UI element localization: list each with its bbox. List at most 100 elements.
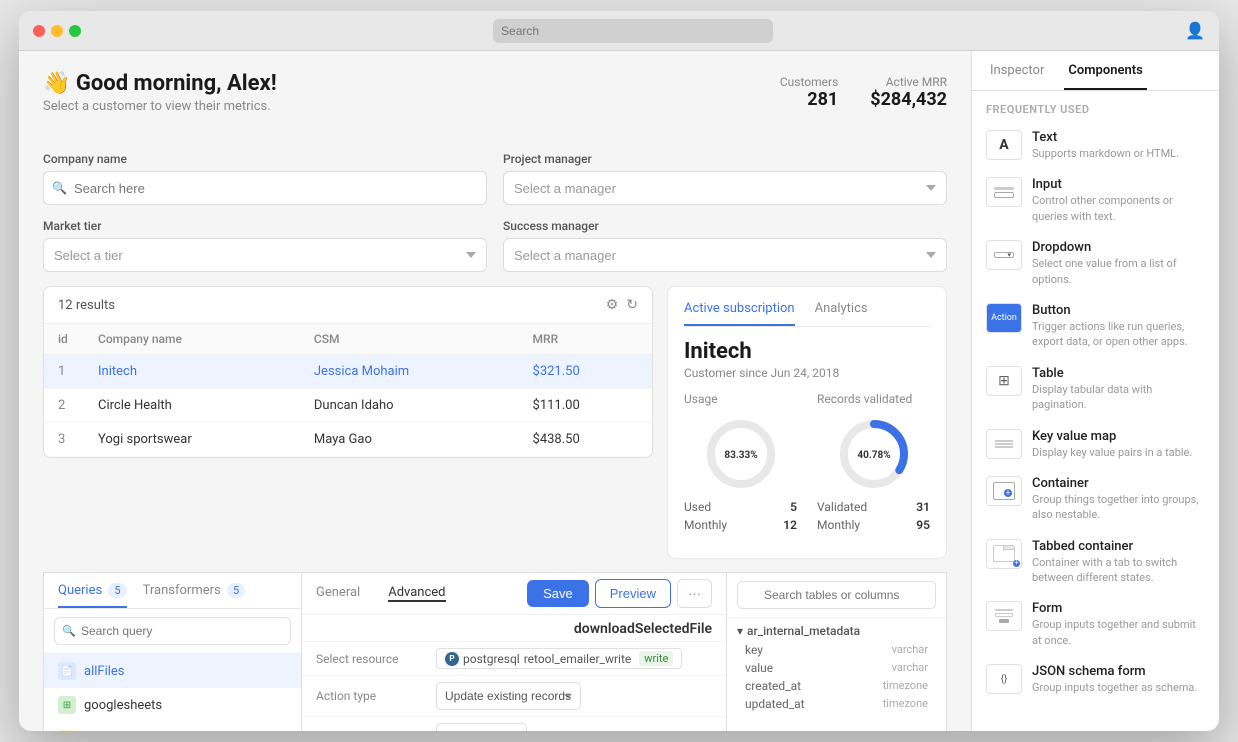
maximize-button[interactable]	[69, 25, 81, 37]
db-table-value: Select a table	[436, 723, 712, 731]
right-panel-tabs: Inspector Components	[972, 51, 1219, 91]
cell-mrr: $438.50	[519, 423, 652, 457]
table-component-icon: ⊞	[986, 366, 1022, 396]
preview-button[interactable]: Preview	[595, 579, 671, 608]
tab-general[interactable]: General	[316, 585, 360, 602]
component-kvmap[interactable]: Key value map Display key value pairs in…	[972, 421, 1219, 468]
table-tree: ▾ ar_internal_metadata key varchar value…	[727, 618, 946, 719]
success-manager-select[interactable]: Select a manager	[503, 238, 947, 272]
resource-label: Select resource	[316, 652, 426, 666]
filter-icon[interactable]: ⚙	[606, 297, 619, 313]
component-dropdown[interactable]: ▾ Dropdown Select one value from a list …	[972, 232, 1219, 295]
query-item-allfiles[interactable]: 📄 allFiles	[44, 654, 301, 688]
profile-icon[interactable]: 👤	[1185, 21, 1205, 40]
project-manager-label: Project manager	[503, 152, 947, 166]
query-icon-allfiles: 📄	[58, 662, 76, 680]
component-table[interactable]: ⊞ Table Display tabular data with pagina…	[972, 358, 1219, 421]
market-tier-group: Market tier Select a tier	[43, 219, 487, 272]
query-config-panel: General Advanced Save Preview ··· downlo…	[302, 573, 726, 731]
tree-child-created[interactable]: created_at timezone	[737, 677, 936, 695]
svg-text:83.33%: 83.33%	[724, 450, 757, 461]
comp-desc-form: Group inputs together and submit at once…	[1032, 617, 1205, 648]
market-tier-select[interactable]: Select a tier	[43, 238, 487, 272]
success-manager-group: Success manager Select a manager	[503, 219, 947, 272]
query-search-icon: 🔍	[62, 625, 76, 638]
table-row[interactable]: 2 Circle Health Duncan Idaho $111.00	[44, 389, 652, 423]
table-row[interactable]: 3 Yogi sportswear Maya Gao $438.50	[44, 423, 652, 457]
company-name-input[interactable]	[43, 171, 487, 205]
component-json-schema[interactable]: {} JSON schema form Group inputs togethe…	[972, 656, 1219, 703]
tree-col-name: created_at	[745, 679, 801, 693]
query-item-googlesheets[interactable]: ⊞ googlesheets	[44, 688, 301, 722]
component-tabbed-container[interactable]: + Tabbed container Container with a tab …	[972, 531, 1219, 594]
stat-mrr: Active MRR $284,432	[870, 75, 947, 110]
usage-donut: 83.33%	[701, 414, 781, 494]
company-since: Customer since Jun 24, 2018	[684, 366, 930, 380]
refresh-icon[interactable]: ↻	[626, 297, 638, 313]
component-input[interactable]: Input Control other components or querie…	[972, 169, 1219, 232]
main-content: 👋 Good morning, Alex! Select a customer …	[19, 51, 1219, 731]
traffic-lights	[33, 25, 81, 37]
component-form[interactable]: Form Group inputs together and submit at…	[972, 593, 1219, 656]
comp-name-tabbed: Tabbed container	[1032, 539, 1205, 554]
metric-card: Active subscription Analytics Initech Cu…	[667, 286, 947, 559]
cell-company: Initech	[84, 355, 300, 389]
tree-parent-node[interactable]: ▾ ar_internal_metadata	[737, 624, 936, 638]
component-container[interactable]: + Container Group things together into g…	[972, 468, 1219, 531]
titlebar-search-input[interactable]	[493, 19, 773, 43]
tab-analytics[interactable]: Analytics	[815, 301, 868, 326]
tree-child-updated[interactable]: updated_at timezone	[737, 695, 936, 713]
cell-csm: Duncan Idaho	[300, 389, 519, 423]
left-panel: 👋 Good morning, Alex! Select a customer …	[19, 51, 971, 731]
query-item-downloadselectedfile[interactable]: 👆 downloadSelectedFile	[44, 722, 301, 731]
table-row[interactable]: 1 Initech Jessica Mohaim $321.50	[44, 355, 652, 389]
comp-desc-input: Control other components or queries with…	[1032, 193, 1205, 224]
component-text[interactable]: A Text Supports markdown or HTML.	[972, 122, 1219, 169]
tree-child-value[interactable]: value varchar	[737, 659, 936, 677]
comp-desc-text: Supports markdown or HTML.	[1032, 146, 1205, 161]
query-search-input[interactable]	[54, 617, 291, 645]
query-icon-download: 👆	[58, 730, 76, 731]
tree-child-key[interactable]: key varchar	[737, 641, 936, 659]
action-type-label: Action type	[316, 689, 426, 703]
svg-text:40.78%: 40.78%	[857, 450, 890, 461]
tab-queries[interactable]: Queries 5	[58, 583, 127, 608]
input-component-icon	[986, 177, 1022, 207]
cell-company: Yogi sportswear	[84, 423, 300, 457]
tab-transformers[interactable]: Transformers 5	[143, 583, 246, 608]
tab-components[interactable]: Components	[1064, 51, 1146, 90]
tree-col-type: timezone	[883, 679, 928, 693]
db-table-label: Database table	[316, 730, 426, 731]
save-button[interactable]: Save	[527, 580, 589, 607]
db-table-select[interactable]: Select a table	[436, 723, 527, 731]
more-button[interactable]: ···	[677, 579, 712, 608]
results-section: 12 results ⚙ ↻ id Company name	[43, 286, 653, 458]
titlebar: 👤	[19, 11, 1219, 51]
metric-tabs: Active subscription Analytics	[684, 301, 930, 326]
close-button[interactable]	[33, 25, 45, 37]
kvmap-component-icon	[986, 429, 1022, 459]
greeting-title: 👋 Good morning, Alex!	[43, 71, 277, 96]
action-type-select[interactable]: Update existing records	[436, 682, 581, 710]
resource-row: Select resource P postgresql retool_emai…	[302, 642, 726, 676]
query-name-title: downloadSelectedFile	[574, 621, 712, 637]
tree-col-name: key	[745, 643, 763, 657]
frequently-used-title: Frequently used	[972, 91, 1219, 122]
market-tier-label: Market tier	[43, 219, 487, 233]
cell-csm: Jessica Mohaim	[300, 355, 519, 389]
minimize-button[interactable]	[51, 25, 63, 37]
company-name-label: Company name	[43, 152, 487, 166]
usage-chart: Usage 83.33% Used5	[684, 392, 797, 532]
cell-id: 2	[44, 389, 84, 423]
tab-active-subscription[interactable]: Active subscription	[684, 301, 795, 326]
component-button[interactable]: Action Button Trigger actions like run q…	[972, 295, 1219, 358]
tab-advanced[interactable]: Advanced	[388, 585, 445, 602]
tab-inspector[interactable]: Inspector	[986, 51, 1048, 90]
tables-search-input[interactable]	[737, 581, 936, 609]
project-manager-select[interactable]: Select a manager	[503, 171, 947, 205]
results-count: 12 results	[58, 298, 115, 313]
comp-desc-table: Display tabular data with pagination.	[1032, 382, 1205, 413]
results-header: 12 results ⚙ ↻	[44, 287, 652, 324]
query-search-box: 🔍	[44, 609, 301, 654]
query-label-googlesheets: googlesheets	[84, 698, 162, 713]
